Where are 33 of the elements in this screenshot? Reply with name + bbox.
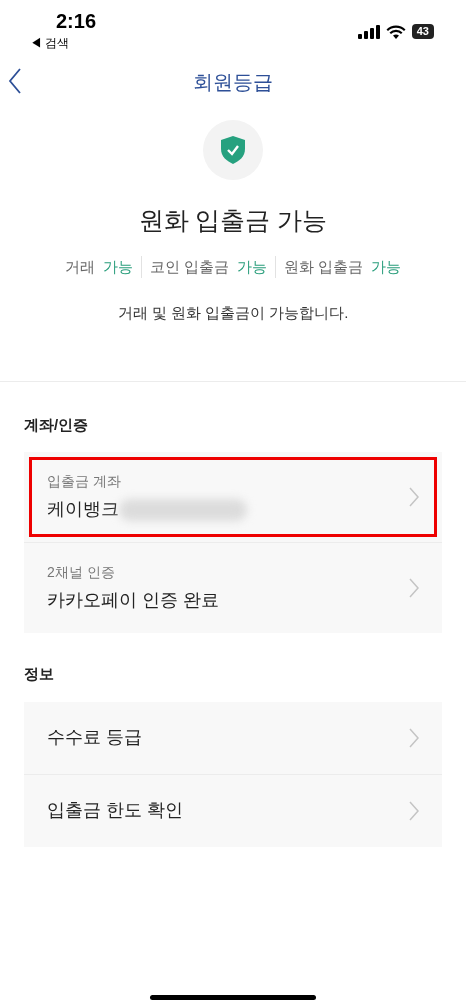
feature-status: 가능 xyxy=(102,256,133,277)
item-value: 입출금 한도 확인 xyxy=(47,799,183,822)
item-value: 수수료 등급 xyxy=(47,726,142,749)
list-item[interactable]: 입출금 계좌 케이뱅크 xyxy=(29,457,437,537)
signal-icon xyxy=(357,24,380,39)
list-item[interactable]: 수수료 등급 xyxy=(29,706,437,769)
feature-label: 거래 xyxy=(64,256,95,277)
grade-title: 원화 입출금 가능 xyxy=(138,205,328,236)
feature-label: 원화 입출금 xyxy=(284,256,364,277)
item-value: 케이뱅크 xyxy=(47,498,119,521)
feature-status: 가능 xyxy=(371,256,402,277)
feature-label: 코인 입출금 xyxy=(149,256,229,277)
status-time: 2:16 xyxy=(56,9,97,34)
list-item[interactable]: 2채널 인증 카카오페이 인증 완료 xyxy=(29,548,437,628)
feature-status: 가능 xyxy=(237,256,267,277)
back-icon xyxy=(8,68,22,94)
section-title: 계좌/인증 xyxy=(24,414,90,435)
chevron-right-icon xyxy=(409,800,419,821)
grade-description: 거래 및 원화 입출금이 가능합니다. xyxy=(117,303,349,323)
chevron-right-icon xyxy=(409,487,419,507)
item-label: 입출금 계좌 xyxy=(47,472,122,491)
page-title: 회원등급 xyxy=(193,70,273,95)
wifi-icon xyxy=(385,24,406,39)
shield-check-icon xyxy=(221,136,245,164)
back-button[interactable] xyxy=(8,68,22,94)
section-title: 정보 xyxy=(24,664,55,684)
list-item[interactable]: 입출금 한도 확인 xyxy=(29,779,437,842)
chevron-right-icon xyxy=(409,578,419,598)
item-value: 카카오페이 인증 완료 xyxy=(47,589,219,612)
battery-indicator: 43 xyxy=(411,24,434,39)
chevron-right-icon xyxy=(409,727,419,748)
back-to-app-link[interactable]: ◀ 검색 xyxy=(30,34,97,52)
item-label: 2채널 인증 xyxy=(47,563,116,582)
